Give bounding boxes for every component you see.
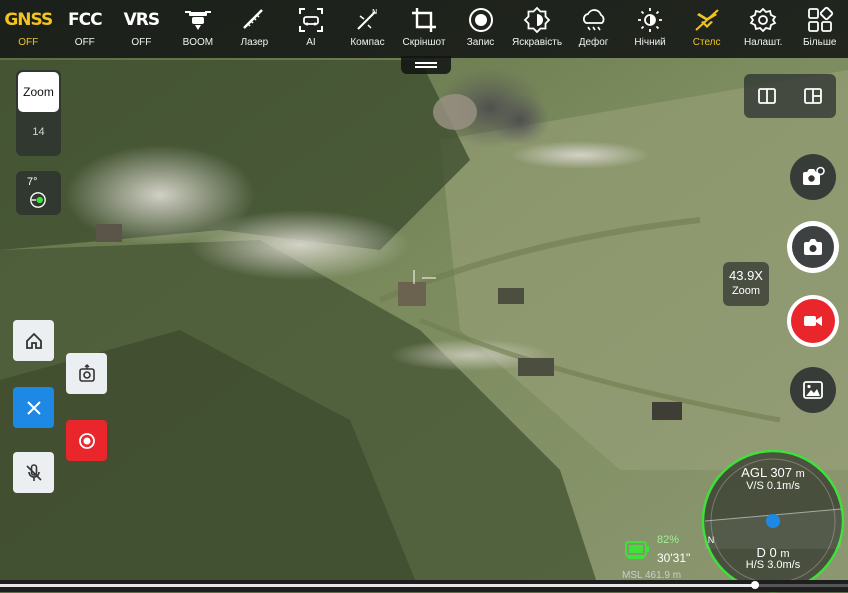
toolbar-brightness[interactable]: Яскравість xyxy=(509,0,566,58)
d-value: 0 xyxy=(769,545,777,560)
toolbar-vrs[interactable]: VRS OFF xyxy=(113,0,170,58)
view-split-control xyxy=(744,74,836,118)
vrs-icon: VRS xyxy=(123,10,160,30)
stealth-icon xyxy=(694,9,719,31)
capture-button[interactable] xyxy=(66,353,107,394)
toolbar-stealth[interactable]: Стелс xyxy=(678,0,735,58)
progress-knob[interactable] xyxy=(750,581,759,589)
camera-settings-icon xyxy=(803,166,825,185)
north-marker: N xyxy=(707,535,715,545)
ai-icon xyxy=(298,8,323,32)
toolbar-fcc[interactable]: FCC OFF xyxy=(57,0,114,58)
svg-text:N: N xyxy=(372,8,377,16)
sun-icon xyxy=(638,8,663,32)
camera-settings-button[interactable] xyxy=(790,154,836,200)
toolbar-boom-label: BOOM xyxy=(182,37,214,48)
toolbar-gnss[interactable]: GNSS OFF xyxy=(0,0,57,58)
home-button[interactable] xyxy=(13,320,54,361)
handle-icon xyxy=(415,62,437,64)
toolbar-compass-label: Компас xyxy=(350,37,385,48)
record-icon xyxy=(78,432,95,449)
video-record-inner xyxy=(791,299,835,343)
record-icon xyxy=(468,8,493,32)
toolbar-vrs-label: OFF xyxy=(131,37,152,48)
toolbar-fcc-label: OFF xyxy=(74,37,95,48)
toolbar-ai[interactable]: AI xyxy=(283,0,340,58)
zoom-button[interactable]: Zoom xyxy=(18,72,59,112)
toolbar-record[interactable]: Запис xyxy=(452,0,509,58)
toolbar-laser-label: Лазер xyxy=(240,37,269,48)
zoom-level: 14 xyxy=(32,126,45,138)
brightness-icon xyxy=(523,6,551,34)
hs-readout: H/S 3.0m/s xyxy=(745,559,801,571)
gimbal-icon xyxy=(30,192,46,208)
toolbar-defog[interactable]: Дефог xyxy=(565,0,622,58)
toolbar-laser[interactable]: Лазер xyxy=(226,0,283,58)
toolbar-ai-label: AI xyxy=(306,37,316,48)
split-view-button[interactable] xyxy=(753,82,781,110)
video-record-button[interactable] xyxy=(787,295,839,347)
toolbar-gnss-label: OFF xyxy=(18,37,39,48)
split-view-icon xyxy=(758,88,776,104)
toolbar-more[interactable]: Більше xyxy=(791,0,848,58)
gnss-icon: GNSS xyxy=(4,10,53,30)
mic-off-icon xyxy=(25,463,42,481)
mute-button[interactable] xyxy=(13,452,54,493)
toolbar-screenshot-label: Скріншот xyxy=(402,37,446,48)
vs-readout: V/S 0.1m/s xyxy=(746,480,800,492)
gear-icon xyxy=(749,7,777,33)
camera-box-icon xyxy=(78,363,95,382)
agl-readout: AGL 307 m xyxy=(701,465,845,480)
d-label: D xyxy=(756,545,766,560)
toolbar-stealth-label: Стелс xyxy=(692,37,721,48)
gallery-icon xyxy=(803,381,823,399)
drone-icon xyxy=(184,11,211,30)
ruler-icon xyxy=(243,9,264,29)
pip-view-button[interactable] xyxy=(799,82,827,110)
toolbar-night-label: Нічний xyxy=(634,37,666,48)
record-button-left[interactable] xyxy=(66,420,107,461)
home-icon xyxy=(25,332,42,349)
shutter-inner xyxy=(792,226,834,268)
cancel-button[interactable] xyxy=(13,387,54,428)
fcc-icon: FCC xyxy=(68,10,103,30)
gallery-button[interactable] xyxy=(790,367,836,413)
radar-widget[interactable]: AGL 307 m V/S 0.1m/s D 0 m H/S 3.0m/s N xyxy=(701,449,845,593)
flight-time: 30'31" xyxy=(657,551,691,565)
toolbar-pull-tab[interactable] xyxy=(401,56,451,74)
toolbar-screenshot[interactable]: Скріншот xyxy=(396,0,453,58)
defog-icon xyxy=(582,9,605,31)
toolbar-settings[interactable]: Налашт. xyxy=(735,0,792,58)
pip-view-icon xyxy=(804,88,822,104)
zoom-overlay-value: 43.9X xyxy=(729,268,763,283)
shutter-button[interactable] xyxy=(787,221,839,273)
progress-fill xyxy=(0,584,755,587)
compass-icon: N xyxy=(357,8,378,30)
d-readout: D 0 m xyxy=(701,545,845,560)
crop-icon xyxy=(411,8,436,32)
toolbar-defog-label: Дефог xyxy=(578,37,609,48)
toolbar-more-label: Більше xyxy=(802,37,837,48)
close-icon xyxy=(26,400,41,415)
gimbal-angle: 7° xyxy=(27,176,38,188)
zoom-overlay: 43.9X Zoom xyxy=(723,262,769,306)
toolbar-settings-label: Налашт. xyxy=(743,37,783,48)
zoom-overlay-label: Zoom xyxy=(731,285,761,297)
agl-label: AGL xyxy=(741,465,767,480)
toolbar-night[interactable]: Нічний xyxy=(622,0,679,58)
toolbar-record-label: Запис xyxy=(466,37,495,48)
zoom-control: Zoom 14 xyxy=(16,70,61,156)
agl-unit: m xyxy=(795,468,805,480)
grid-icon xyxy=(807,6,833,32)
toolbar-brightness-label: Яскравість xyxy=(512,37,563,48)
gimbal-indicator[interactable]: 7° xyxy=(16,171,61,215)
top-toolbar: GNSS OFF FCC OFF VRS OFF BOOM Лазер AI N… xyxy=(0,0,848,58)
playback-progress[interactable] xyxy=(0,580,848,592)
toolbar-compass[interactable]: N Компас xyxy=(339,0,396,58)
agl-value: 307 xyxy=(770,465,793,480)
toolbar-boom[interactable]: BOOM xyxy=(170,0,227,58)
camera-icon xyxy=(804,239,822,255)
video-camera-icon xyxy=(804,316,822,326)
